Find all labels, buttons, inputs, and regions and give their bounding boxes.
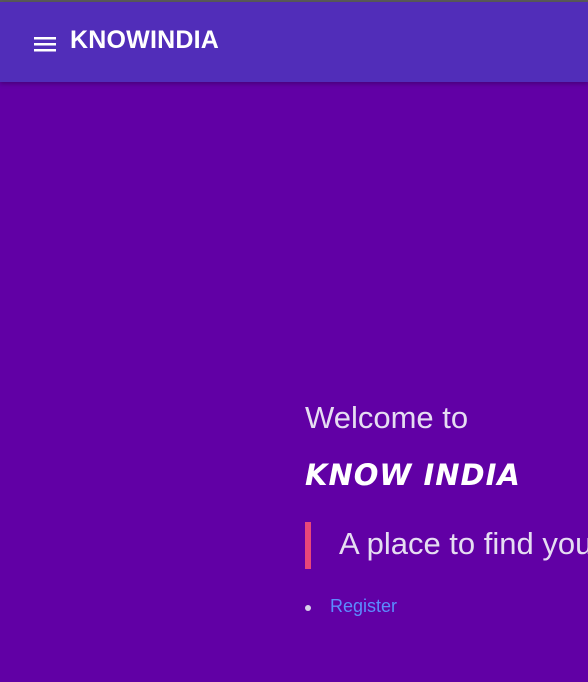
app-bar: KNOWINDIA [0, 2, 588, 82]
register-link[interactable]: Register [330, 596, 397, 616]
hamburger-menu-icon [34, 37, 56, 52]
tagline-quote: A place to find you [305, 522, 588, 569]
hero-title: Know India [305, 458, 521, 492]
menu-button[interactable] [30, 30, 60, 58]
welcome-text: Welcome to [305, 400, 469, 435]
quote-accent-bar [305, 522, 311, 569]
list-item: Register [305, 596, 397, 620]
brand-title[interactable]: KNOWINDIA [70, 26, 219, 55]
tagline-text: A place to find you [339, 526, 588, 561]
auth-links-list: Register [305, 596, 397, 620]
bullet-icon [305, 605, 311, 611]
